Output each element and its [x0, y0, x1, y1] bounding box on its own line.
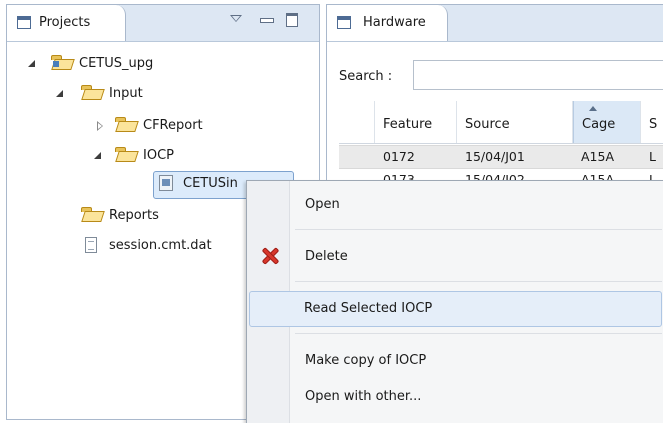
- folder-icon: [115, 117, 137, 133]
- tab-projects-label: Projects: [39, 15, 91, 30]
- menu-separator: [295, 333, 662, 334]
- search-input[interactable]: [413, 60, 663, 90]
- project-folder-icon: [51, 55, 73, 71]
- tree-item-input[interactable]: Input: [7, 83, 307, 105]
- tree-item-cetus-upg[interactable]: CETUS_upg: [7, 53, 307, 75]
- column-header-feature[interactable]: Feature: [375, 101, 457, 143]
- minimize-icon[interactable]: [259, 13, 274, 27]
- menu-label-delete: Delete: [305, 249, 348, 264]
- tree-label-session: session.cmt.dat: [109, 238, 212, 253]
- delete-icon: [261, 247, 279, 265]
- column-header-source[interactable]: Source: [457, 101, 573, 143]
- view-menu-icon[interactable]: [229, 13, 243, 27]
- cell-source: 15/04/J01: [465, 149, 525, 164]
- menu-separator: [295, 229, 662, 230]
- column-label-feature: Feature: [383, 117, 433, 132]
- table-row[interactable]: 0172 15/04/J01 A15A L: [339, 145, 663, 169]
- menu-separator: [295, 281, 662, 282]
- tree-label-project: CETUS_upg: [79, 56, 154, 71]
- table-header: Feature Source Cage S: [339, 101, 663, 144]
- iocp-file-icon: [159, 175, 181, 191]
- tree-label-reports: Reports: [109, 208, 159, 223]
- tab-hardware[interactable]: Hardware: [327, 5, 448, 41]
- folder-icon: [81, 207, 103, 223]
- menu-item-make-copy[interactable]: Make copy of IOCP: [249, 343, 662, 379]
- file-icon: [85, 237, 99, 253]
- tree-item-iocp[interactable]: IOCP: [7, 145, 307, 167]
- context-menu: Open Delete Read Selected IOCP Make copy…: [246, 180, 663, 423]
- column-label-source: Source: [465, 117, 510, 132]
- tree-item-cfreport[interactable]: CFReport: [7, 115, 307, 137]
- folder-open-icon: [115, 147, 137, 163]
- column-header-s[interactable]: S: [641, 101, 663, 143]
- expanded-arrow-icon[interactable]: [55, 89, 65, 99]
- hardware-tab-bar: Hardware: [327, 5, 663, 42]
- menu-item-delete[interactable]: Delete: [249, 239, 662, 275]
- view-window-icon: [17, 16, 31, 29]
- column-header-blank: [339, 101, 375, 143]
- expanded-arrow-icon[interactable]: [93, 151, 103, 161]
- tab-hardware-label: Hardware: [363, 15, 426, 30]
- tree-label-cetusin: CETUSin: [183, 176, 238, 191]
- expanded-arrow-icon[interactable]: [27, 59, 37, 69]
- menu-item-open-with-other[interactable]: Open with other...: [249, 379, 662, 415]
- menu-label-open: Open: [305, 197, 340, 212]
- tree-label-cfreport: CFReport: [143, 118, 203, 133]
- menu-item-read-selected-iocp[interactable]: Read Selected IOCP: [249, 291, 662, 327]
- column-header-cage[interactable]: Cage: [573, 101, 641, 143]
- collapsed-arrow-icon[interactable]: [95, 121, 105, 131]
- tree-label-input: Input: [109, 86, 143, 101]
- editor-window-icon: [337, 16, 351, 29]
- projects-tab-bar: Projects: [7, 5, 319, 42]
- cell-feature: 0172: [383, 149, 415, 164]
- cell-s: L: [649, 149, 656, 164]
- tree-label-iocp: IOCP: [143, 148, 174, 163]
- cell-cage: A15A: [581, 149, 615, 164]
- search-label: Search :: [339, 69, 393, 84]
- menu-label-open-with-other: Open with other...: [305, 389, 422, 404]
- maximize-icon[interactable]: [285, 13, 299, 27]
- tab-projects[interactable]: Projects: [7, 5, 126, 41]
- column-label-cage: Cage: [582, 117, 616, 132]
- sort-ascending-icon: [589, 106, 597, 111]
- column-label-s: S: [649, 117, 658, 132]
- menu-item-open[interactable]: Open: [249, 187, 662, 223]
- menu-label-make-copy: Make copy of IOCP: [305, 353, 427, 368]
- menu-label-read-selected-iocp: Read Selected IOCP: [304, 301, 433, 316]
- folder-open-icon: [81, 85, 103, 101]
